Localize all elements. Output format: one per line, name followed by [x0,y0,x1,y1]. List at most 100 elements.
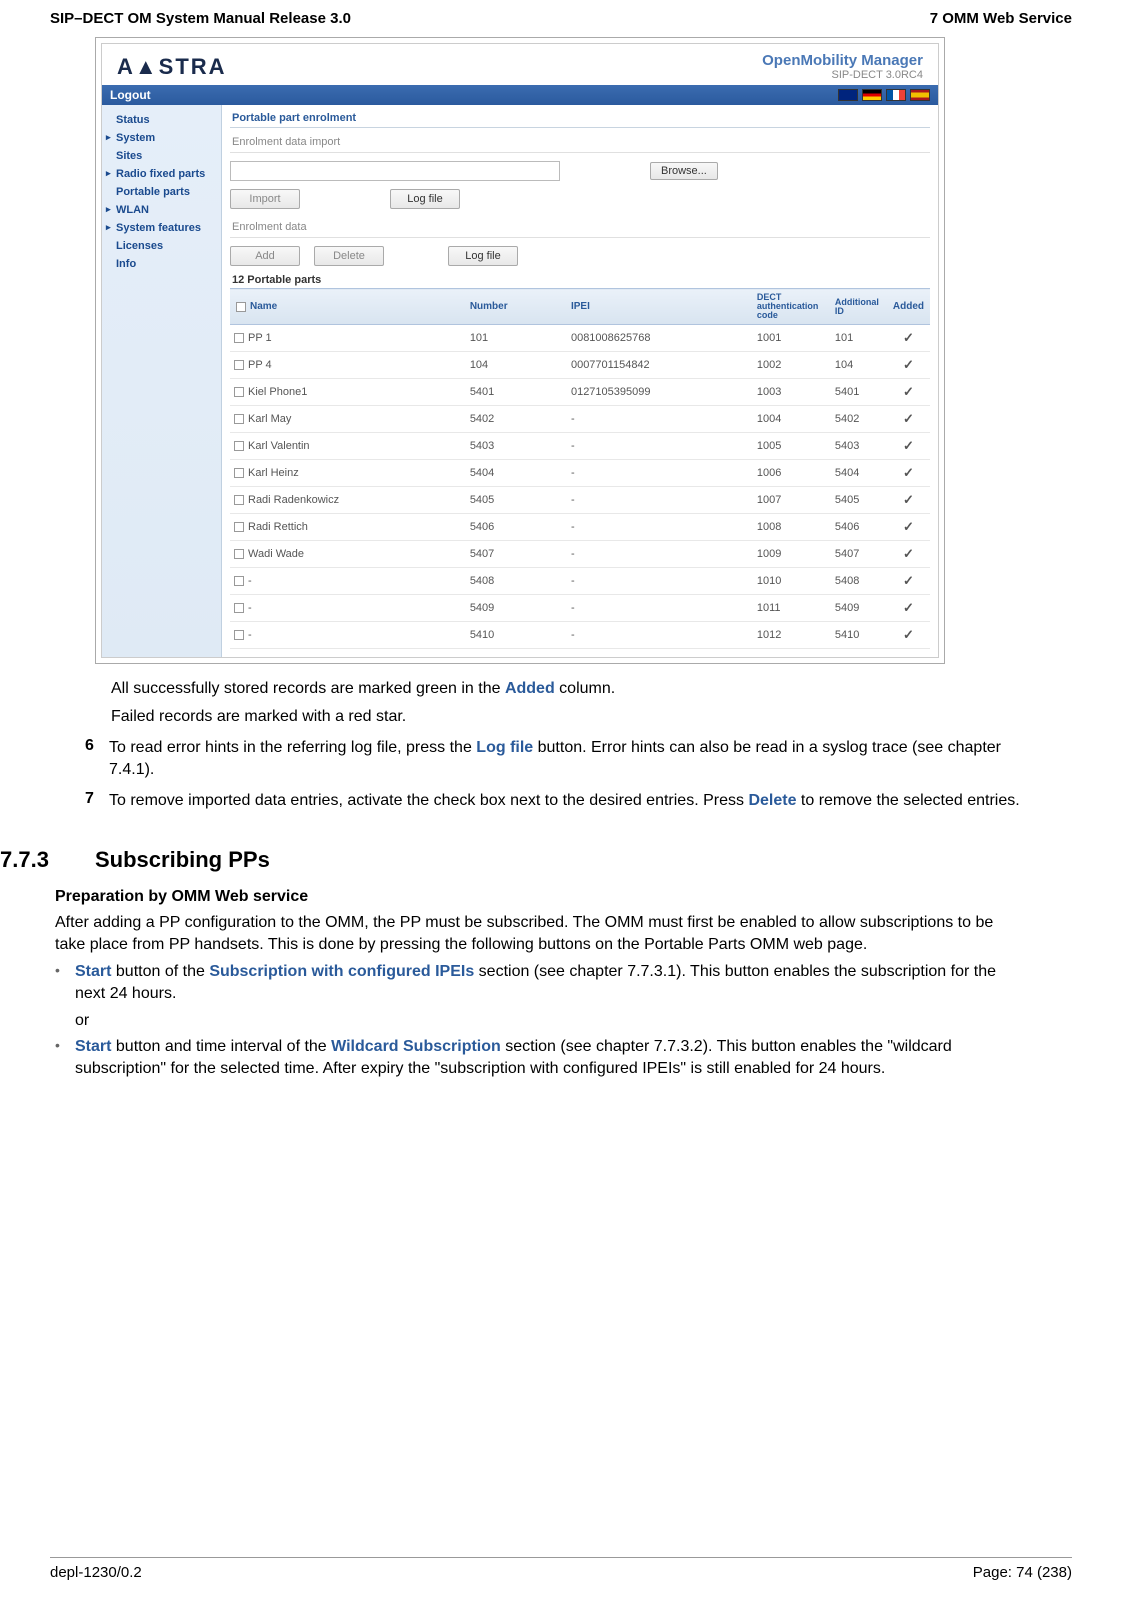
cell-dect: 1011 [751,595,829,622]
add-button[interactable]: Add [230,246,300,266]
col-number[interactable]: Number [464,289,565,325]
col-dect[interactable]: DECT authentication code [751,289,829,325]
cell-ipei: - [565,541,751,568]
cell-ipei: - [565,514,751,541]
table-row: PP 110100810086257681001101✓ [230,325,930,352]
row-checkbox[interactable] [234,576,244,586]
cell-added-check-icon: ✓ [887,460,930,487]
col-ipei[interactable]: IPEI [565,289,751,325]
cell-dect: 1005 [751,433,829,460]
cell-dect: 1012 [751,622,829,649]
portable-parts-table: Name Number IPEI DECT authentication cod… [230,288,930,649]
row-checkbox[interactable] [234,522,244,532]
cell-dect: 1001 [751,325,829,352]
cell-dect: 1003 [751,379,829,406]
row-checkbox[interactable] [234,441,244,451]
cell-addid: 5404 [829,460,887,487]
cell-added-check-icon: ✓ [887,487,930,514]
cell-addid: 104 [829,352,887,379]
delete-button[interactable]: Delete [314,246,384,266]
flag-de-icon[interactable] [862,89,882,101]
cell-added-check-icon: ✓ [887,541,930,568]
sidebar-item-portable-parts[interactable]: Portable parts [102,183,221,201]
cell-number: 5402 [464,406,565,433]
col-added[interactable]: Added [887,289,930,325]
table-row: Karl Heinz5404-10065404✓ [230,460,930,487]
cell-number: 5405 [464,487,565,514]
header-right: 7 OMM Web Service [930,10,1072,27]
table-row: -5410-10125410✓ [230,622,930,649]
cell-added-check-icon: ✓ [887,379,930,406]
cell-added-check-icon: ✓ [887,352,930,379]
cell-addid: 5403 [829,433,887,460]
cell-number: 5408 [464,568,565,595]
sidebar: StatusSystemSitesRadio fixed partsPortab… [102,105,222,657]
sidebar-item-wlan[interactable]: WLAN [102,201,221,219]
cell-ipei: - [565,433,751,460]
row-checkbox[interactable] [234,387,244,397]
import-file-input[interactable] [230,161,560,181]
row-checkbox[interactable] [234,549,244,559]
flag-es-icon[interactable] [910,89,930,101]
cell-name: Radi Rettich [248,521,308,533]
import-button[interactable]: Import [230,189,300,209]
col-name[interactable]: Name [230,289,464,325]
or-label: or [75,1012,1027,1030]
sidebar-item-system-features[interactable]: System features [102,219,221,237]
row-checkbox[interactable] [234,414,244,424]
bullet-icon: • [55,1036,75,1079]
table-row: Karl May5402-10045402✓ [230,406,930,433]
table-row: -5408-10105408✓ [230,568,930,595]
step-6-text: To read error hints in the referring log… [109,737,1027,780]
sidebar-item-info[interactable]: Info [102,255,221,273]
product-version: SIP-DECT 3.0RC4 [762,69,923,81]
sidebar-item-status[interactable]: Status [102,111,221,129]
cell-dect: 1007 [751,487,829,514]
sidebar-item-sites[interactable]: Sites [102,147,221,165]
page-header: SIP–DECT OM System Manual Release 3.0 7 … [0,0,1122,37]
row-checkbox[interactable] [234,603,244,613]
row-checkbox[interactable] [234,495,244,505]
cell-name: PP 4 [248,359,272,371]
row-checkbox[interactable] [234,630,244,640]
row-checkbox[interactable] [234,333,244,343]
row-checkbox[interactable] [234,360,244,370]
cell-dect: 1004 [751,406,829,433]
cell-number: 5404 [464,460,565,487]
prep-para: After adding a PP configuration to the O… [55,912,1027,955]
cell-number: 5410 [464,622,565,649]
cell-addid: 5407 [829,541,887,568]
table-row: PP 410400077011548421002104✓ [230,352,930,379]
bullet-1-text: Start button of the Subscription with co… [75,961,1027,1004]
table-row: Radi Rettich5406-10085406✓ [230,514,930,541]
sidebar-item-licenses[interactable]: Licenses [102,237,221,255]
cell-number: 5407 [464,541,565,568]
cell-dect: 1010 [751,568,829,595]
cell-added-check-icon: ✓ [887,433,930,460]
cell-number: 5409 [464,595,565,622]
cell-addid: 5410 [829,622,887,649]
cell-addid: 101 [829,325,887,352]
browse-button[interactable]: Browse... [650,162,718,180]
cell-added-check-icon: ✓ [887,406,930,433]
sidebar-item-radio-fixed-parts[interactable]: Radio fixed parts [102,165,221,183]
flag-uk-icon[interactable] [838,89,858,101]
cell-name: Karl Heinz [248,467,299,479]
cell-addid: 5405 [829,487,887,514]
cell-added-check-icon: ✓ [887,595,930,622]
select-all-checkbox[interactable] [236,302,246,312]
logfile-button-1[interactable]: Log file [390,189,460,209]
sidebar-item-system[interactable]: System [102,129,221,147]
cell-addid: 5408 [829,568,887,595]
logfile-button-2[interactable]: Log file [448,246,518,266]
cell-added-check-icon: ✓ [887,568,930,595]
table-caption: 12 Portable parts [232,274,930,286]
flag-fr-icon[interactable] [886,89,906,101]
cell-name: Karl May [248,413,291,425]
row-checkbox[interactable] [234,468,244,478]
table-row: Wadi Wade5407-10095407✓ [230,541,930,568]
logout-button[interactable]: Logout [110,88,151,102]
col-addid[interactable]: Additional ID [829,289,887,325]
table-row: Radi Radenkowicz5405-10075405✓ [230,487,930,514]
table-row: Kiel Phone15401012710539509910035401✓ [230,379,930,406]
